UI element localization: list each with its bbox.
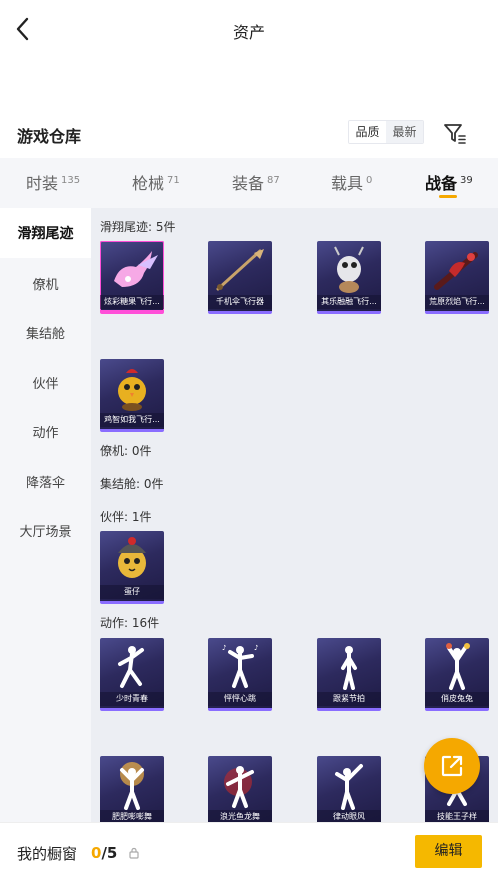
- page-title: 资产: [232, 23, 265, 42]
- emote-figure-image: ♪ ♪: [222, 644, 258, 688]
- showcase-count: 0/5: [91, 844, 118, 862]
- showcase-label: 我的橱窗: [17, 845, 78, 863]
- filter-icon[interactable]: [442, 120, 468, 146]
- chicken-glider-image: [118, 369, 146, 411]
- wasteland-flame-glider-image: [434, 252, 478, 290]
- tab-vehicles[interactable]: 载具 0: [331, 170, 372, 194]
- item-card[interactable]: 其乐融融飞行...: [317, 241, 381, 314]
- item-name: 荒原烈焰飞行...: [425, 295, 489, 309]
- sidebar-item-emote[interactable]: 动作: [0, 406, 91, 456]
- group-label-glide: 滑翔尾迹: 5件: [100, 220, 176, 234]
- lock-icon: [129, 847, 139, 859]
- item-card[interactable]: 千机伞飞行器: [208, 241, 272, 314]
- svg-text:♪: ♪: [222, 644, 226, 652]
- item-grid: 滑翔尾迹: 5件 炫彩糖果飞行... 千机伞飞行器 其乐融融飞行... 荒原烈焰…: [91, 208, 498, 822]
- item-name: 技能王子样: [425, 810, 489, 822]
- sidebar-item-wingman[interactable]: 僚机: [0, 258, 91, 308]
- joyful-glider-image: [334, 246, 364, 293]
- item-name: 浪光鱼龙舞: [208, 810, 272, 822]
- sort-quality-button[interactable]: 品质: [349, 121, 386, 143]
- item-name: 律动眼风: [317, 810, 381, 822]
- emote-figure-image: [120, 762, 144, 810]
- tab-equipment[interactable]: 装备 87: [232, 170, 280, 194]
- item-name: 肥肥嘭嘭舞: [100, 810, 164, 822]
- item-name: 俏皮兔兔: [425, 692, 489, 706]
- group-label-wingman: 僚机: 0件: [100, 444, 152, 458]
- item-card[interactable]: 浪光鱼龙舞: [208, 756, 272, 822]
- item-card[interactable]: 炫彩糖果飞行...: [100, 241, 164, 314]
- group-label-emote: 动作: 16件: [100, 616, 160, 630]
- item-name: 跟紧节拍: [317, 692, 381, 706]
- top-bar: 资产: [0, 0, 498, 60]
- warehouse-header: 游戏仓库 品质 最新: [0, 110, 498, 156]
- item-name: 鸡智如我飞行...: [100, 413, 164, 427]
- item-name: 千机伞飞行器: [208, 295, 272, 309]
- item-card[interactable]: 肥肥嘭嘭舞: [100, 756, 164, 822]
- sidebar-item-glide-trail[interactable]: 滑翔尾迹: [0, 208, 91, 258]
- umbrella-glider-image: [216, 249, 264, 291]
- item-card[interactable]: 鸡智如我飞行...: [100, 359, 164, 432]
- emote-figure-image: [224, 766, 254, 808]
- emote-figure-image: [341, 646, 357, 690]
- share-external-icon: [441, 755, 463, 777]
- sort-newest-button[interactable]: 最新: [386, 121, 423, 143]
- item-card[interactable]: 俏皮兔兔: [425, 638, 489, 711]
- showcase-bar: 我的橱窗 0/5 编辑: [0, 822, 498, 880]
- share-button[interactable]: [424, 738, 480, 794]
- warehouse-title: 游戏仓库: [17, 127, 82, 146]
- item-card[interactable]: 跟紧节拍: [317, 638, 381, 711]
- item-card[interactable]: 荒原烈焰飞行...: [425, 241, 489, 314]
- item-card[interactable]: 律动眼风: [317, 756, 381, 822]
- tab-firearms[interactable]: 枪械 71: [132, 170, 180, 194]
- subcategory-sidebar: 滑翔尾迹 僚机 集结舱 伙伴 动作 降落伞 大厅场景: [0, 208, 91, 822]
- emote-figure-image: [446, 643, 470, 690]
- sidebar-item-lobby-scene[interactable]: 大厅场景: [0, 505, 91, 555]
- sort-toggle: 品质 最新: [348, 120, 424, 144]
- item-card[interactable]: 少时青春: [100, 638, 164, 711]
- item-name: 其乐融融飞行...: [317, 295, 381, 309]
- emote-figure-image: [118, 646, 144, 688]
- emote-figure-image: [335, 764, 363, 810]
- assets-screen: 资产 游戏仓库 品质 最新 时装 135 枪械 71 装备 87 载具 0 战备 39 滑…: [0, 0, 498, 880]
- sidebar-item-pod[interactable]: 集结舱: [0, 307, 91, 357]
- item-name: 怦怦心跳: [208, 692, 272, 706]
- sidebar-item-parachute[interactable]: 降落伞: [0, 456, 91, 506]
- item-name: 蛋仔: [100, 585, 164, 599]
- candy-glider-image: [114, 251, 158, 287]
- tab-fashion[interactable]: 时装 135: [26, 170, 80, 194]
- group-label-pod: 集结舱: 0件: [100, 477, 164, 491]
- item-card[interactable]: ♪ ♪ 怦怦心跳: [208, 638, 272, 711]
- item-name: 少时青春: [100, 692, 164, 706]
- sidebar-item-partner[interactable]: 伙伴: [0, 357, 91, 407]
- item-name: 炫彩糖果飞行...: [100, 295, 164, 309]
- edit-button[interactable]: 编辑: [415, 835, 482, 868]
- eggy-partner-image: [118, 537, 146, 578]
- category-tabs: 时装 135 枪械 71 装备 87 载具 0 战备 39: [0, 158, 498, 208]
- svg-text:♪: ♪: [254, 644, 258, 652]
- active-tab-indicator: [439, 195, 457, 198]
- tab-combat-prep[interactable]: 战备 39: [425, 170, 473, 194]
- group-label-partner: 伙伴: 1件: [100, 510, 152, 524]
- item-card[interactable]: 蛋仔: [100, 531, 164, 604]
